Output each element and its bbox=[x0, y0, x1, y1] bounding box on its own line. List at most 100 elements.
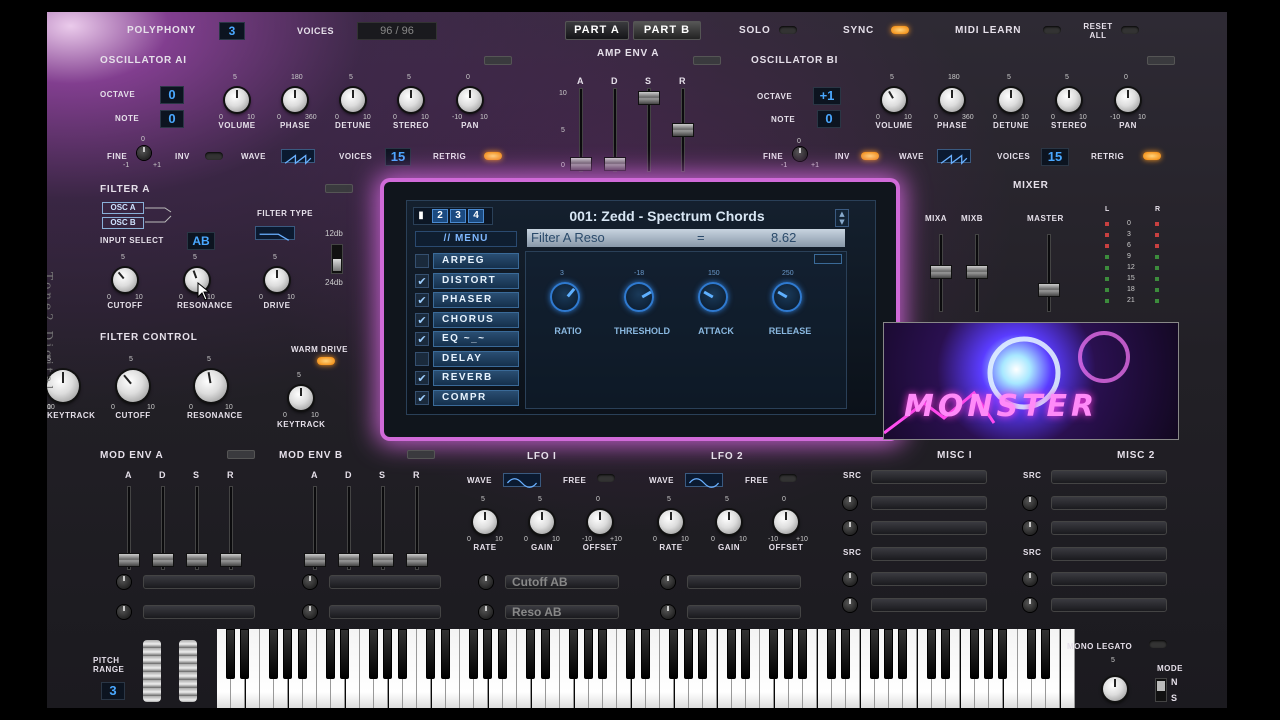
black-key[interactable] bbox=[1041, 629, 1051, 679]
filter-a-knob-0-knob[interactable] bbox=[113, 268, 137, 292]
osc-a-retrig-toggle[interactable] bbox=[484, 152, 502, 160]
misc2-slot[interactable] bbox=[1051, 470, 1167, 484]
lfo1-wave-select[interactable] bbox=[503, 473, 541, 488]
white-key[interactable] bbox=[1060, 629, 1075, 708]
misc1-amount-knob[interactable] bbox=[843, 521, 857, 536]
black-key[interactable] bbox=[783, 629, 793, 679]
fader-cap[interactable] bbox=[372, 553, 394, 567]
effect-row[interactable]: ✔ CHORUS bbox=[415, 311, 519, 329]
env-a-fader[interactable] bbox=[118, 486, 140, 570]
polyphony-value[interactable]: 3 bbox=[219, 22, 245, 40]
osc-a-knob-3-knob[interactable] bbox=[399, 88, 423, 112]
reset-all-button[interactable] bbox=[1121, 26, 1139, 34]
misc2-slot[interactable] bbox=[1051, 572, 1167, 587]
filter-a-knob-2-knob[interactable] bbox=[265, 268, 289, 292]
amp-env-release-fader[interactable] bbox=[672, 88, 694, 172]
effect-row[interactable]: ✔ PHASER bbox=[415, 292, 519, 309]
osc-b-octave-value[interactable]: +1 bbox=[813, 87, 841, 105]
osc-a-inv-toggle[interactable] bbox=[205, 152, 223, 160]
filter-type-select[interactable] bbox=[255, 226, 295, 241]
black-key[interactable] bbox=[526, 629, 536, 679]
black-key[interactable] bbox=[340, 629, 350, 679]
filter-a-osc-a-input[interactable]: OSC A bbox=[102, 202, 144, 214]
part-b-button[interactable]: PART B bbox=[633, 21, 701, 40]
black-key[interactable] bbox=[226, 629, 235, 679]
effect-row[interactable]: DELAY bbox=[415, 350, 519, 368]
black-key[interactable] bbox=[540, 629, 550, 679]
effect-row[interactable]: ✔ REVERB bbox=[415, 370, 519, 387]
black-key[interactable] bbox=[383, 629, 393, 679]
black-key[interactable] bbox=[669, 629, 679, 679]
env-r-fader[interactable] bbox=[220, 486, 242, 570]
effect-name[interactable]: CHORUS bbox=[433, 311, 519, 328]
osc-b-wave-select[interactable] bbox=[937, 149, 971, 165]
mod-env-b-copy-paste[interactable] bbox=[407, 450, 435, 459]
lfo1-dest1-knob[interactable] bbox=[479, 575, 493, 589]
effect-row[interactable]: ARPEG bbox=[415, 253, 519, 270]
amp-env-sustain-fader[interactable] bbox=[638, 88, 660, 172]
effect-row[interactable]: ✔ EQ ~_~ bbox=[415, 331, 519, 348]
preset-updown-icon[interactable]: ▲ ▼ bbox=[835, 209, 849, 227]
osc-a-wave-select[interactable] bbox=[281, 149, 315, 165]
fader-cap[interactable] bbox=[118, 553, 140, 567]
osc-b-note-value[interactable]: 0 bbox=[817, 110, 841, 128]
misc2-slot[interactable] bbox=[1051, 521, 1167, 536]
black-key[interactable] bbox=[969, 629, 979, 679]
page-tab-3[interactable]: 3 bbox=[450, 209, 466, 223]
page-tab-4[interactable]: 4 bbox=[468, 209, 484, 223]
lfo1-dest2-knob[interactable] bbox=[479, 605, 493, 619]
osc-b-fine-knob[interactable] bbox=[793, 147, 807, 161]
black-key[interactable] bbox=[626, 629, 636, 679]
effect-name[interactable]: DISTORT bbox=[433, 272, 519, 289]
black-key[interactable] bbox=[1026, 629, 1036, 679]
osc-a-fine-knob[interactable] bbox=[137, 146, 151, 160]
env-d-fader[interactable] bbox=[152, 486, 174, 570]
osc-b-knob-4-knob[interactable] bbox=[1116, 88, 1140, 112]
mode-switch[interactable] bbox=[1155, 678, 1167, 702]
osc-b-voices-value[interactable]: 15 bbox=[1041, 148, 1069, 166]
env-mod-knob[interactable] bbox=[117, 575, 131, 589]
lfo1-knob-2-knob[interactable] bbox=[588, 510, 612, 534]
mixer-mixa-fader[interactable] bbox=[930, 234, 952, 312]
misc2-slot[interactable] bbox=[1051, 546, 1167, 561]
filter-ctl-knob-1-knob[interactable] bbox=[195, 370, 227, 402]
misc1-slot[interactable] bbox=[871, 572, 987, 587]
lfo1-dest2-slot[interactable]: Reso AB bbox=[505, 605, 619, 619]
lfo2-knob-2-knob[interactable] bbox=[774, 510, 798, 534]
pitch-wheel[interactable] bbox=[143, 640, 161, 702]
black-key[interactable] bbox=[283, 629, 293, 679]
osc-a-knob-4-knob[interactable] bbox=[458, 88, 482, 112]
amp-env-attack-fader[interactable] bbox=[570, 88, 592, 172]
osc-a-note-value[interactable]: 0 bbox=[160, 110, 184, 128]
osc-a-octave-value[interactable]: 0 bbox=[160, 86, 184, 104]
black-key[interactable] bbox=[469, 629, 479, 679]
midi-learn-toggle[interactable] bbox=[1043, 26, 1061, 34]
fader-cap[interactable] bbox=[186, 553, 208, 567]
misc2-amount-knob[interactable] bbox=[1023, 521, 1037, 536]
env-s-fader[interactable] bbox=[186, 486, 208, 570]
misc2-amount-knob[interactable] bbox=[1023, 495, 1037, 510]
mixer-master-fader[interactable] bbox=[1038, 234, 1060, 312]
black-key[interactable] bbox=[941, 629, 950, 679]
osc-b-inv-toggle[interactable] bbox=[861, 152, 879, 160]
osc-a-knob-0-knob[interactable] bbox=[225, 88, 249, 112]
lfo1-knob-1-knob[interactable] bbox=[530, 510, 554, 534]
lfo2-dest2-knob[interactable] bbox=[661, 605, 675, 619]
fader-cap[interactable] bbox=[304, 553, 326, 567]
comp-knob-0[interactable] bbox=[550, 282, 580, 312]
fader-cap[interactable] bbox=[220, 553, 242, 567]
osc-b-knob-2-knob[interactable] bbox=[999, 88, 1023, 112]
black-key[interactable] bbox=[697, 629, 707, 679]
lfo1-dest1-slot[interactable]: Cutoff AB bbox=[505, 575, 619, 589]
black-key[interactable] bbox=[640, 629, 650, 679]
black-key[interactable] bbox=[240, 629, 250, 679]
filter-ctl-knob-0-knob[interactable] bbox=[117, 370, 149, 402]
black-key[interactable] bbox=[369, 629, 378, 679]
preset-name[interactable]: 001: Zedd - Spectrum Chords bbox=[517, 205, 817, 227]
env-mod-slot[interactable] bbox=[143, 575, 255, 589]
env-mod-slot[interactable] bbox=[329, 605, 441, 619]
lfo2-knob-1-knob[interactable] bbox=[717, 510, 741, 534]
lfo2-free-toggle[interactable] bbox=[779, 474, 797, 482]
black-key[interactable] bbox=[426, 629, 436, 679]
comp-knob-2[interactable] bbox=[698, 282, 728, 312]
